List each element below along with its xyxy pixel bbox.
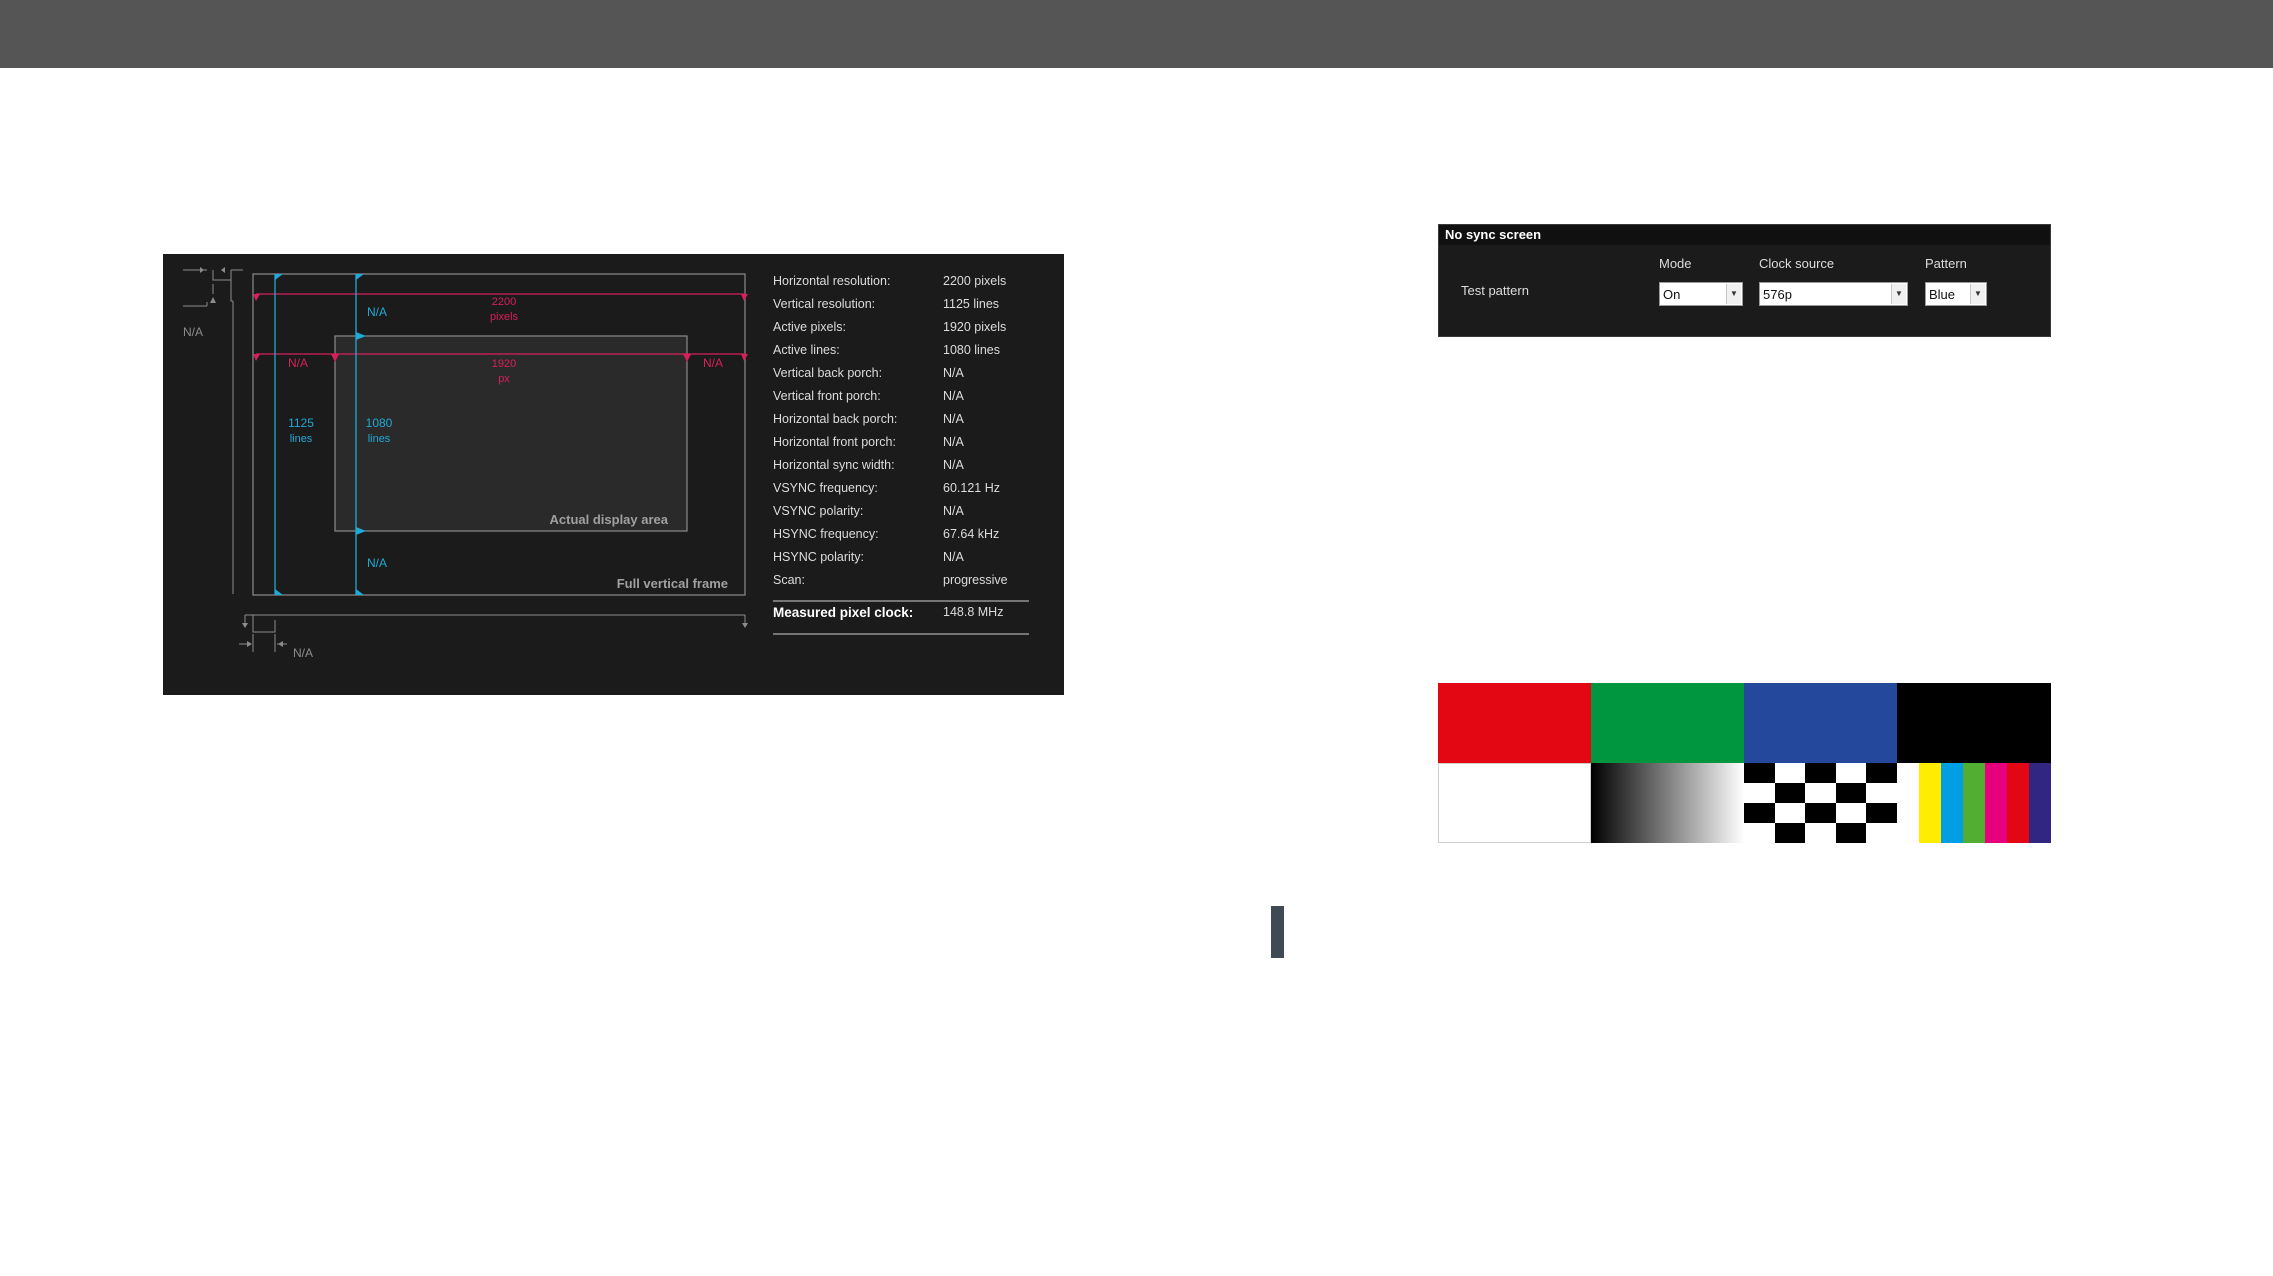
clock-source-select-value: 576p	[1763, 287, 1792, 302]
active-pixels-label: 1920	[492, 358, 516, 370]
pattern-select-value: Blue	[1929, 287, 1956, 302]
timing-diagram: N/A N/A 2200 pixels N/A 1920 px N/A 1125…	[183, 267, 1029, 660]
black-pattern-swatch	[1897, 683, 2051, 763]
vsync-bracket	[183, 269, 243, 594]
clock-source-label: Clock source	[1759, 256, 1835, 271]
total-pixels-label: 2200	[492, 296, 516, 308]
total-lines-label: 1125	[288, 416, 314, 430]
na-vertical-front-porch-label: N/A	[367, 556, 387, 570]
chevron-down-icon[interactable]: ▼	[1726, 284, 1741, 304]
section-marker	[1271, 906, 1284, 958]
hsync-bracket	[239, 614, 746, 652]
test-pattern-label: Test pattern	[1461, 283, 1529, 298]
total-lines-unit: lines	[290, 433, 313, 445]
video-timing-panel: N/A N/A 2200 pixels N/A 1920 px N/A 1125…	[163, 254, 1064, 695]
chevron-down-icon[interactable]: ▼	[1970, 284, 1985, 304]
clock-source-select[interactable]: 576p ▼	[1759, 282, 1908, 306]
active-lines-unit: lines	[368, 433, 391, 445]
mode-select[interactable]: On ▼	[1659, 282, 1743, 306]
pattern-label: Pattern	[1925, 256, 1967, 271]
mode-label: Mode	[1659, 256, 1692, 271]
active-pixels-unit: px	[498, 373, 510, 385]
checkerboard-pattern-swatch	[1744, 763, 1897, 843]
white-pattern-swatch	[1438, 763, 1591, 843]
pattern-select[interactable]: Blue ▼	[1925, 282, 1987, 306]
na-vertical-back-porch-label: N/A	[367, 305, 387, 319]
na-horizontal-back-porch-label: N/A	[703, 356, 723, 370]
color-bars-pattern-swatch	[1897, 763, 2051, 843]
full-vertical-frame-label: Full vertical frame	[617, 576, 728, 591]
blue-pattern-swatch	[1744, 683, 1897, 763]
na-horizontal-front-porch-label: N/A	[288, 356, 308, 370]
active-lines-label: 1080	[366, 416, 393, 430]
total-pixels-unit: pixels	[490, 311, 519, 323]
actual-display-area-label: Actual display area	[550, 512, 669, 527]
no-sync-screen-title: No sync screen	[1439, 225, 2050, 245]
red-pattern-swatch	[1438, 683, 1591, 763]
gradient-pattern-swatch	[1591, 763, 1744, 843]
na-vsync-label: N/A	[183, 325, 203, 339]
chevron-down-icon[interactable]: ▼	[1891, 284, 1906, 304]
top-header-bar	[0, 0, 2273, 68]
mode-select-value: On	[1663, 287, 1681, 302]
green-pattern-swatch	[1591, 683, 1744, 763]
no-sync-screen-panel: No sync screen Test pattern Mode On ▼ Cl…	[1438, 224, 2051, 337]
na-hsync-width-label: N/A	[293, 646, 313, 660]
test-pattern-swatches	[1438, 683, 2051, 843]
